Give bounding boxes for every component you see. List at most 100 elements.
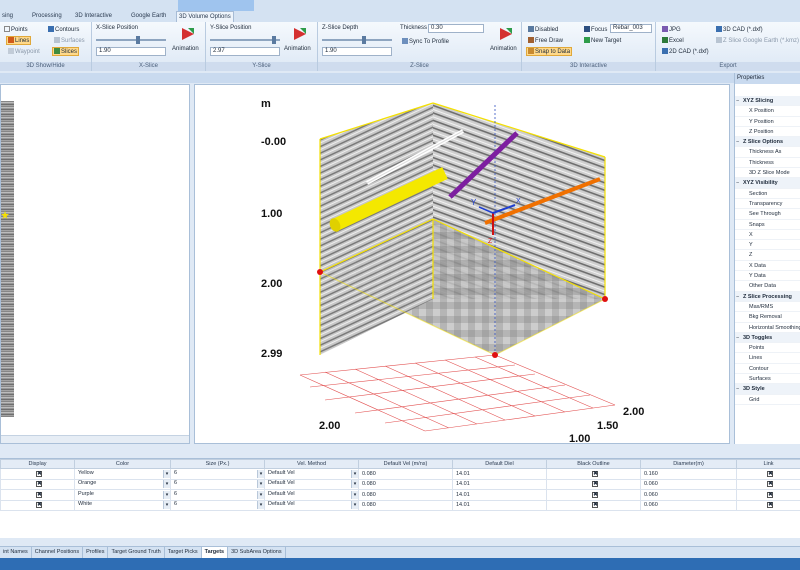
outline-cell[interactable]: ✖: [546, 478, 641, 490]
link-checkbox[interactable]: ✖: [767, 470, 773, 477]
contours-toggle[interactable]: Contours: [46, 25, 81, 34]
property-row[interactable]: 3D Z Slice Mode: [735, 168, 800, 179]
3d-view-panel[interactable]: Y X Z m -0.00 1.00 2.00 2.99 2.00 2.00 1…: [194, 84, 730, 445]
property-row[interactable]: Y: [735, 240, 800, 251]
column-header[interactable]: Black Outline: [546, 459, 641, 469]
snap-to-data-button[interactable]: Snap to Data: [526, 47, 573, 56]
property-row[interactable]: Grid: [735, 395, 800, 405]
color-cell[interactable]: White ▾: [74, 499, 171, 511]
vel-method-cell[interactable]: Default Vel ▾: [264, 489, 359, 501]
diameter-cell[interactable]: 0.060: [640, 478, 737, 490]
free-draw-button[interactable]: Free Draw: [526, 36, 565, 45]
y-slice-input[interactable]: 2.97: [210, 47, 280, 56]
vel-method-cell[interactable]: Default Vel ▾: [264, 468, 359, 480]
link-cell[interactable]: ✖: [736, 468, 800, 480]
property-row[interactable]: X Data: [735, 261, 800, 272]
dropdown-arrow-icon[interactable]: ▾: [257, 469, 264, 478]
dropdown-arrow-icon[interactable]: ▾: [351, 501, 358, 510]
bottom-tab[interactable]: 3D SubArea Options: [228, 547, 286, 558]
export-excel-button[interactable]: Excel: [660, 36, 686, 45]
dropdown-arrow-icon[interactable]: ▾: [163, 490, 170, 499]
display-cell[interactable]: ✖: [0, 489, 75, 501]
diameter-cell[interactable]: 0.060: [640, 489, 737, 501]
property-row[interactable]: Section: [735, 189, 800, 199]
property-row[interactable]: Bkg Removal: [735, 312, 800, 323]
slice-handle-bottom[interactable]: [492, 352, 498, 358]
dropdown-arrow-icon[interactable]: ▾: [351, 480, 358, 489]
z-slice-input[interactable]: 1.90: [322, 47, 392, 56]
bottom-tab[interactable]: int Names: [0, 547, 32, 558]
link-checkbox[interactable]: ✖: [767, 502, 773, 509]
color-cell[interactable]: Purple ▾: [74, 489, 171, 501]
size-cell[interactable]: 6 ▾: [170, 468, 265, 480]
default-diel-cell[interactable]: 14.01: [452, 489, 547, 501]
dropdown-arrow-icon[interactable]: ▾: [163, 501, 170, 510]
sync-to-profile-button[interactable]: Sync To Profile: [400, 37, 451, 46]
slice-handle-right[interactable]: [602, 296, 608, 302]
column-header[interactable]: Default Diel: [452, 459, 547, 469]
3d-volume-canvas[interactable]: Y X Z m -0.00 1.00 2.00 2.99 2.00 2.00 1…: [195, 85, 729, 445]
property-row[interactable]: X Position: [735, 106, 800, 117]
export-jpg-button[interactable]: JPG: [660, 25, 683, 34]
bottom-tab[interactable]: Target Picks: [165, 547, 202, 558]
dropdown-arrow-icon[interactable]: ▾: [163, 469, 170, 478]
property-row[interactable]: Contour: [735, 364, 800, 375]
default-vel-cell[interactable]: 0.080: [358, 499, 453, 511]
property-row[interactable]: Y Position: [735, 117, 800, 127]
property-row[interactable]: Thickness As: [735, 147, 800, 158]
property-category[interactable]: 3D Toggles: [735, 332, 800, 344]
link-checkbox[interactable]: ✖: [767, 481, 773, 488]
diameter-cell[interactable]: 0.060: [640, 499, 737, 511]
y-slice-slider[interactable]: [210, 36, 280, 44]
outline-checkbox[interactable]: ✖: [592, 470, 598, 477]
dropdown-arrow-icon[interactable]: ▾: [257, 480, 264, 489]
outline-checkbox[interactable]: ✖: [592, 491, 598, 498]
property-category[interactable]: XYZ Slicing: [735, 96, 800, 107]
waypoint-toggle[interactable]: Waypoint: [6, 47, 42, 56]
tab-3d-volume-options[interactable]: 3D Volume Options: [176, 11, 234, 22]
column-header[interactable]: Color: [74, 459, 171, 469]
z-animation-icon[interactable]: [498, 26, 514, 42]
table-row[interactable]: ✖ White ▾ 6 ▾ Default Vel ▾ 0.080 14.01 ✖ 0.060 ✖: [0, 499, 800, 511]
x-animation-label[interactable]: Animation: [172, 46, 199, 52]
focus-button[interactable]: Focus: [582, 25, 609, 34]
table-row[interactable]: ✖ Orange ▾ 6 ▾ Default Vel ▾ 0.080 14.01 ✖ 0.060 ✖: [0, 478, 800, 490]
profile-view-panel[interactable]: [0, 84, 190, 444]
column-header[interactable]: Default Vel (m/ns): [358, 459, 453, 469]
vel-method-cell[interactable]: Default Vel ▾: [264, 499, 359, 511]
tab-processing[interactable]: Processing: [30, 11, 64, 22]
size-cell[interactable]: 6 ▾: [170, 478, 265, 490]
export-3d-cad-button[interactable]: 3D CAD (*.dxf): [714, 25, 765, 34]
column-header[interactable]: Size (Px.): [170, 459, 265, 469]
link-checkbox[interactable]: ✖: [767, 491, 773, 498]
horizontal-scrollbar[interactable]: [1, 435, 189, 443]
bottom-tab[interactable]: Channel Positions: [32, 547, 84, 558]
property-row[interactable]: See Through: [735, 209, 800, 220]
property-row[interactable]: Z Position: [735, 127, 800, 138]
property-row[interactable]: Horizontal Smoothing: [735, 323, 800, 333]
display-cell[interactable]: ✖: [0, 468, 75, 480]
column-header[interactable]: Link: [736, 459, 800, 469]
property-row[interactable]: Surfaces: [735, 374, 800, 385]
default-vel-cell[interactable]: 0.080: [358, 468, 453, 480]
points-toggle[interactable]: Points: [2, 25, 30, 34]
tab-3d-interactive[interactable]: 3D Interactive: [73, 11, 114, 22]
dropdown-arrow-icon[interactable]: ▾: [351, 469, 358, 478]
diameter-cell[interactable]: 0.160: [640, 468, 737, 480]
new-target-button[interactable]: New Target: [582, 36, 623, 45]
property-row[interactable]: Points: [735, 343, 800, 354]
display-cell[interactable]: ✖: [0, 478, 75, 490]
z-slice-slider[interactable]: [322, 36, 392, 44]
outline-cell[interactable]: ✖: [546, 489, 641, 501]
link-cell[interactable]: ✖: [736, 478, 800, 490]
color-cell[interactable]: Yellow ▾: [74, 468, 171, 480]
property-category[interactable]: Z Slice Processing: [735, 291, 800, 302]
slices-toggle[interactable]: Slices: [52, 47, 80, 56]
display-checkbox[interactable]: ✖: [36, 502, 42, 509]
property-row[interactable]: Z: [735, 250, 800, 261]
outline-cell[interactable]: ✖: [546, 468, 641, 480]
default-diel-cell[interactable]: 14.01: [452, 478, 547, 490]
focus-target-select[interactable]: Rebar_003: [610, 24, 652, 33]
outline-checkbox[interactable]: ✖: [592, 481, 598, 488]
display-checkbox[interactable]: ✖: [36, 481, 42, 488]
